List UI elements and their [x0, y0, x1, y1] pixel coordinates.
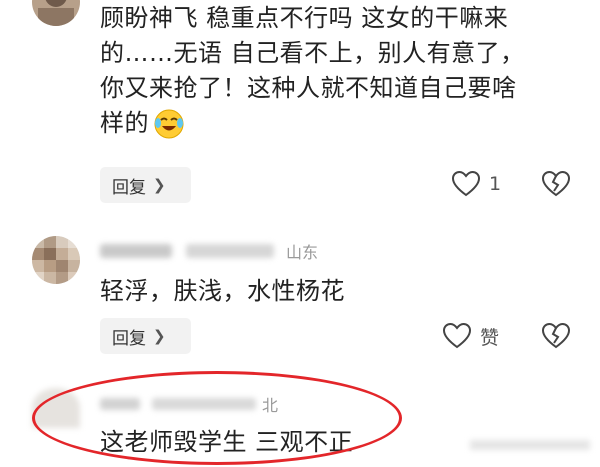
dislike-button[interactable] — [541, 170, 571, 198]
comment-line: 顾盼神飞 稳重点不行吗 这女的干嘛来 — [100, 4, 509, 32]
broken-heart-icon — [541, 322, 571, 350]
avatar[interactable] — [32, 236, 80, 284]
chevron-right-icon: ❯ — [153, 327, 166, 345]
comment-meta: 山东 — [100, 240, 318, 262]
location-label: 山东 — [286, 243, 319, 262]
chevron-right-icon: ❯ — [153, 176, 166, 194]
comment-text: 轻浮，肤浅，水性杨花 — [100, 277, 345, 305]
highlight-ring — [32, 371, 402, 465]
comment-line: 样的 — [100, 109, 149, 137]
username-redacted[interactable] — [100, 244, 172, 258]
reply-label: 回复 — [112, 328, 146, 349]
reply-button[interactable]: 回复 ❯ — [100, 167, 191, 203]
time-redacted — [186, 244, 274, 258]
reply-button[interactable]: 回复 ❯ — [100, 318, 191, 354]
heart-icon — [451, 170, 481, 198]
like-count: 1 — [489, 173, 502, 195]
crying-laughing-emoji-icon — [153, 108, 185, 140]
dislike-button[interactable] — [541, 322, 571, 350]
watermark — [470, 440, 590, 450]
reply-label: 回复 — [112, 177, 146, 198]
comment-text: 顾盼神飞 稳重点不行吗 这女的干嘛来 的……无语 自己看不上，别人有意了， 你又… — [100, 1, 580, 141]
comment-line: 你又来抢了！这种人就不知道自己要啥 — [100, 74, 517, 102]
comment-line: 的……无语 自己看不上，别人有意了， — [100, 39, 525, 67]
like-button[interactable]: 赞 — [442, 322, 499, 350]
like-button[interactable]: 1 — [451, 170, 501, 198]
broken-heart-icon — [541, 170, 571, 198]
heart-icon — [442, 322, 472, 350]
avatar[interactable] — [32, 0, 80, 26]
like-label: 赞 — [480, 326, 500, 349]
